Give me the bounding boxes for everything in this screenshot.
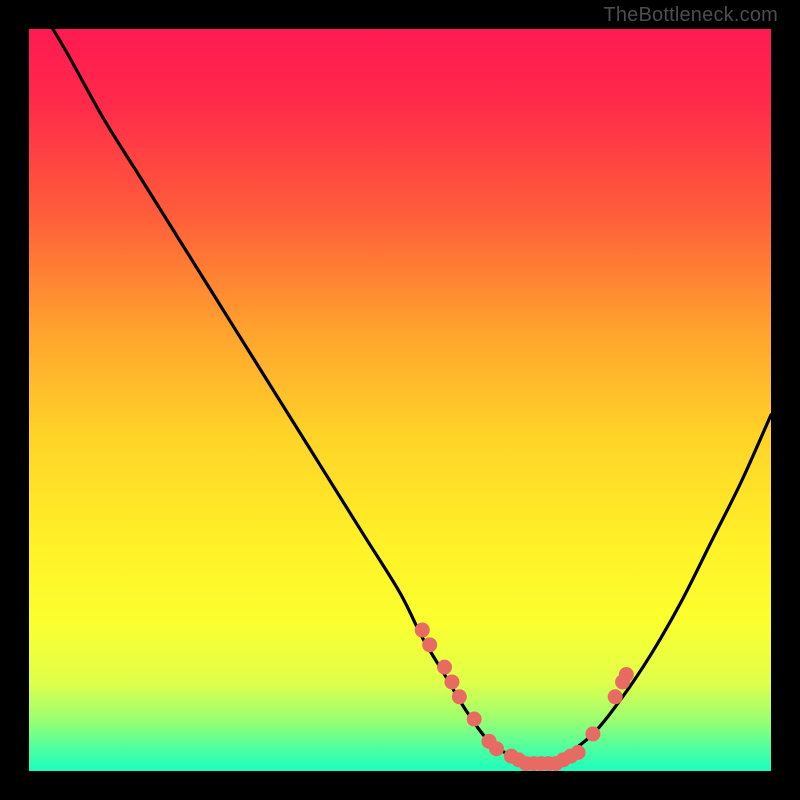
attribution-text: TheBottleneck.com — [603, 4, 778, 27]
scatter-dot — [422, 637, 437, 652]
scatter-dots — [415, 623, 634, 772]
scatter-dot — [452, 689, 467, 704]
scatter-dot — [467, 712, 482, 727]
scatter-dot — [444, 674, 459, 689]
scatter-dot — [608, 689, 623, 704]
scatter-dot — [437, 660, 452, 675]
scatter-dot — [619, 667, 634, 682]
scatter-dot — [415, 623, 430, 638]
scatter-dot — [585, 726, 600, 741]
scatter-dot — [571, 745, 586, 760]
chart-overlay — [29, 29, 771, 771]
scatter-dot — [489, 741, 504, 756]
bottleneck-curve — [44, 14, 771, 764]
